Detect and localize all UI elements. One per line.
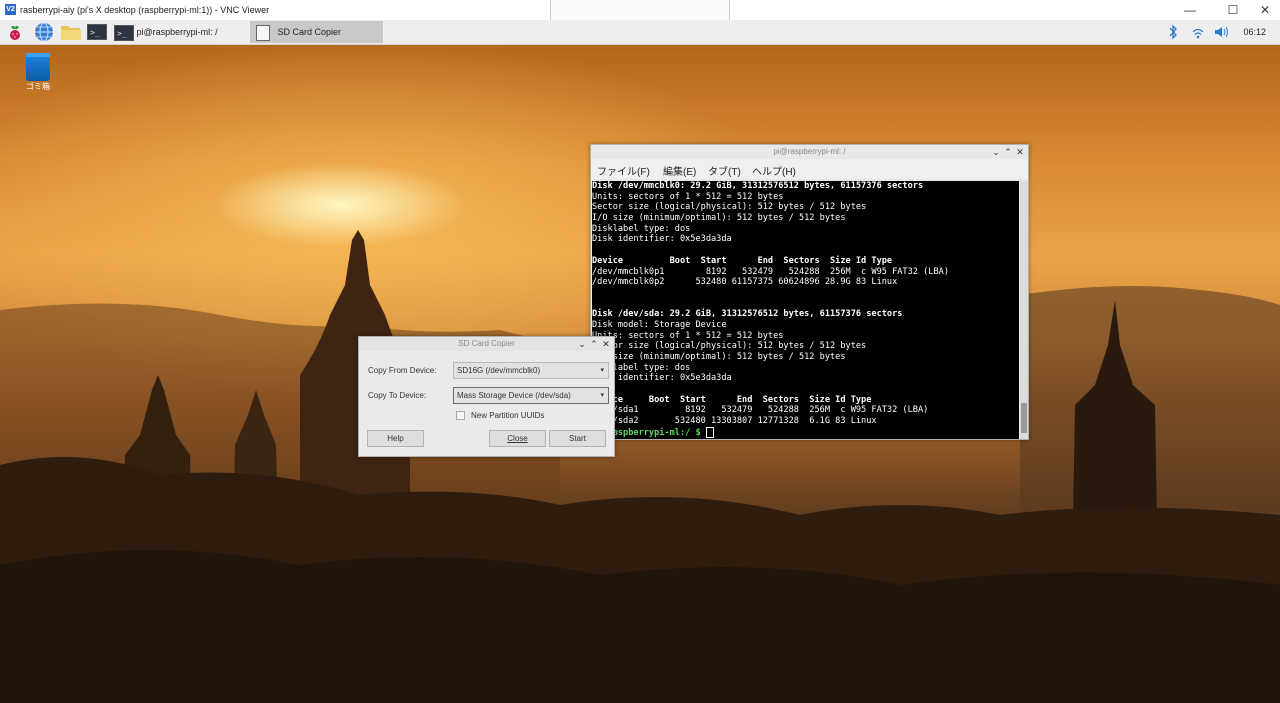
copy-to-select[interactable]: Mass Storage Device (/dev/sda) ▾ — [453, 387, 609, 404]
web-browser-icon[interactable] — [34, 22, 54, 42]
desktop-icon-trash[interactable]: ゴミ箱 — [20, 53, 56, 92]
terminal-cursor — [705, 426, 714, 438]
terminal-line: Disk identifier: 0x5e3da3da — [592, 373, 732, 384]
start-button[interactable]: Start — [549, 430, 606, 447]
vnc-window-title: rasberrypi-aiy (pi's X desktop (raspberr… — [20, 5, 270, 15]
task-label: SD Card Copier — [277, 27, 342, 37]
terminal-line: Disk model: Storage Device — [592, 319, 727, 330]
minimize-icon[interactable]: ⌄ — [990, 145, 1002, 159]
terminal-line: Sector size (logical/physical): 512 byte… — [592, 341, 867, 352]
close-icon[interactable]: ✕ — [1014, 145, 1026, 159]
terminal-line: I/O size (minimum/optimal): 512 bytes / … — [592, 213, 846, 224]
copy-to-label: Copy To Device: — [368, 391, 427, 400]
dropdown-arrow-icon: ▾ — [600, 367, 604, 374]
close-button[interactable]: ✕ — [1250, 2, 1280, 18]
copy-from-label: Copy From Device: — [368, 366, 437, 375]
help-button[interactable]: Help — [367, 430, 424, 447]
terminal-line: Disklabel type: dos — [592, 223, 691, 234]
vnc-logo-icon: V2 — [5, 4, 16, 15]
terminal-line: /dev/mmcblk0p1 8192 532479 524288 256M c… — [592, 266, 949, 277]
terminal-line: Device Boot Start End Sectors Size Id Ty… — [592, 394, 872, 405]
terminal-title: pi@raspberrypi-ml: / — [773, 147, 846, 156]
raspberry-menu-icon[interactable] — [6, 23, 24, 43]
terminal-window: pi@raspberrypi-ml: / ⌄ ⌃ ✕ ファイル(F) 編集(E)… — [590, 144, 1029, 440]
terminal-line: Disk /dev/sda: 29.2 GiB, 31312576512 byt… — [592, 309, 903, 320]
terminal-output[interactable]: Disk /dev/mmcblk0: 29.2 GiB, 31312576512… — [592, 181, 1019, 439]
terminal-line: I/O size (minimum/optimal): 512 bytes / … — [592, 352, 846, 362]
terminal-prompt-line: pi@raspberrypi-ml:/ $ — [592, 426, 1019, 439]
dialog-title: SD Card Copier — [458, 339, 515, 348]
terminal-menubar: ファイル(F) 編集(E) タブ(T) ヘルプ(H) — [591, 159, 1028, 179]
minimize-icon[interactable]: ⌄ — [576, 337, 588, 351]
terminal-line: Units: sectors of 1 * 512 = 512 bytes — [592, 330, 784, 341]
close-icon[interactable]: ✕ — [600, 337, 612, 351]
terminal-line: /dev/sda2 532480 13303807 12771328 6.1G … — [592, 416, 877, 427]
dropdown-arrow-icon: ▾ — [600, 392, 604, 399]
terminal-line: Units: sectors of 1 * 512 = 512 bytes — [592, 191, 784, 202]
maximize-icon[interactable]: ⌃ — [588, 337, 600, 351]
copy-to-value: Mass Storage Device (/dev/sda) — [457, 391, 571, 400]
new-partition-uuids-label: New Partition UUIDs — [471, 411, 545, 420]
terminal-line: Disk identifier: 0x5e3da3da — [592, 234, 732, 245]
scrollbar-thumb[interactable] — [1021, 403, 1027, 433]
terminal-launcher-icon[interactable]: >_ — [87, 23, 107, 43]
terminal-icon: >_ — [114, 24, 134, 41]
close-button[interactable]: Close — [489, 430, 546, 447]
maximize-button[interactable]: ☐ — [1218, 2, 1248, 18]
wifi-icon[interactable] — [1192, 26, 1204, 40]
sd-card-copier-dialog: SD Card Copier ⌄ ⌃ ✕ Copy From Device: S… — [358, 336, 615, 457]
file-manager-icon[interactable] — [60, 23, 82, 43]
menu-help[interactable]: ヘルプ(H) — [752, 163, 796, 178]
clock: 06:12 — [1243, 27, 1266, 37]
menu-file[interactable]: ファイル(F) — [597, 163, 650, 178]
terminal-line: Disklabel type: dos — [592, 362, 691, 373]
sd-card-icon — [256, 24, 270, 41]
terminal-scrollbar[interactable] — [1020, 181, 1028, 439]
copy-from-select[interactable]: SD16G (/dev/mmcblk0) ▾ — [453, 362, 609, 379]
terminal-line: Sector size (logical/physical): 512 byte… — [592, 202, 867, 213]
copy-from-value: SD16G (/dev/mmcblk0) — [457, 366, 541, 375]
vnc-toolbar-handle[interactable] — [550, 0, 730, 21]
maximize-icon[interactable]: ⌃ — [1002, 145, 1014, 159]
terminal-line: /dev/sda1 8192 532479 524288 256M c W95 … — [592, 405, 929, 416]
menu-tabs[interactable]: タブ(T) — [708, 163, 741, 178]
trash-icon — [26, 53, 50, 81]
task-button-terminal[interactable]: >_ pi@raspberrypi-ml: / — [114, 21, 244, 43]
dialog-title-bar[interactable]: SD Card Copier ⌄ ⌃ ✕ — [359, 337, 614, 351]
volume-icon[interactable] — [1214, 25, 1230, 39]
terminal-line: Device Boot Start End Sectors Size Id Ty… — [592, 255, 893, 266]
terminal-line: Disk /dev/mmcblk0: 29.2 GiB, 31312576512… — [592, 181, 924, 191]
terminal-line: /dev/mmcblk0p2 532480 61157375 60624896 … — [592, 277, 898, 288]
taskbar-panel: >_ >_ pi@raspberrypi-ml: / SD Card Copie… — [0, 20, 1280, 45]
desktop-icon-label: ゴミ箱 — [26, 82, 50, 91]
bluetooth-icon[interactable] — [1168, 24, 1178, 40]
minimize-button[interactable]: — — [1175, 2, 1205, 18]
menu-edit[interactable]: 編集(E) — [663, 163, 696, 178]
vnc-title-bar: V2 rasberrypi-aiy (pi's X desktop (raspb… — [0, 0, 1280, 21]
task-label: pi@raspberrypi-ml: / — [136, 27, 218, 37]
terminal-title-bar[interactable]: pi@raspberrypi-ml: / ⌄ ⌃ ✕ — [591, 145, 1028, 159]
task-button-sd-card-copier[interactable]: SD Card Copier — [250, 21, 383, 43]
new-partition-uuids-checkbox[interactable] — [456, 411, 465, 420]
